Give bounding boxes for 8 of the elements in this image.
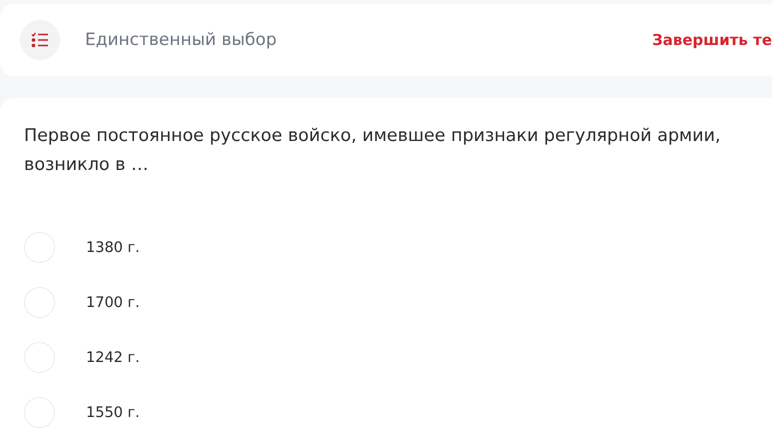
checklist-icon <box>20 20 60 60</box>
question-text: Первое постоянное русское войско, имевшее признаки регулярной армии, возникло в … <box>24 125 722 177</box>
option-label: 1380 г. <box>86 240 140 256</box>
option-label: 1700 г. <box>86 294 140 310</box>
option-label: 1550 г. <box>86 404 140 420</box>
option-label: 1242 г. <box>86 350 140 366</box>
finish-test-link[interactable]: Завершить те <box>652 31 772 49</box>
question-type-label: Единственный выбор <box>85 30 277 50</box>
